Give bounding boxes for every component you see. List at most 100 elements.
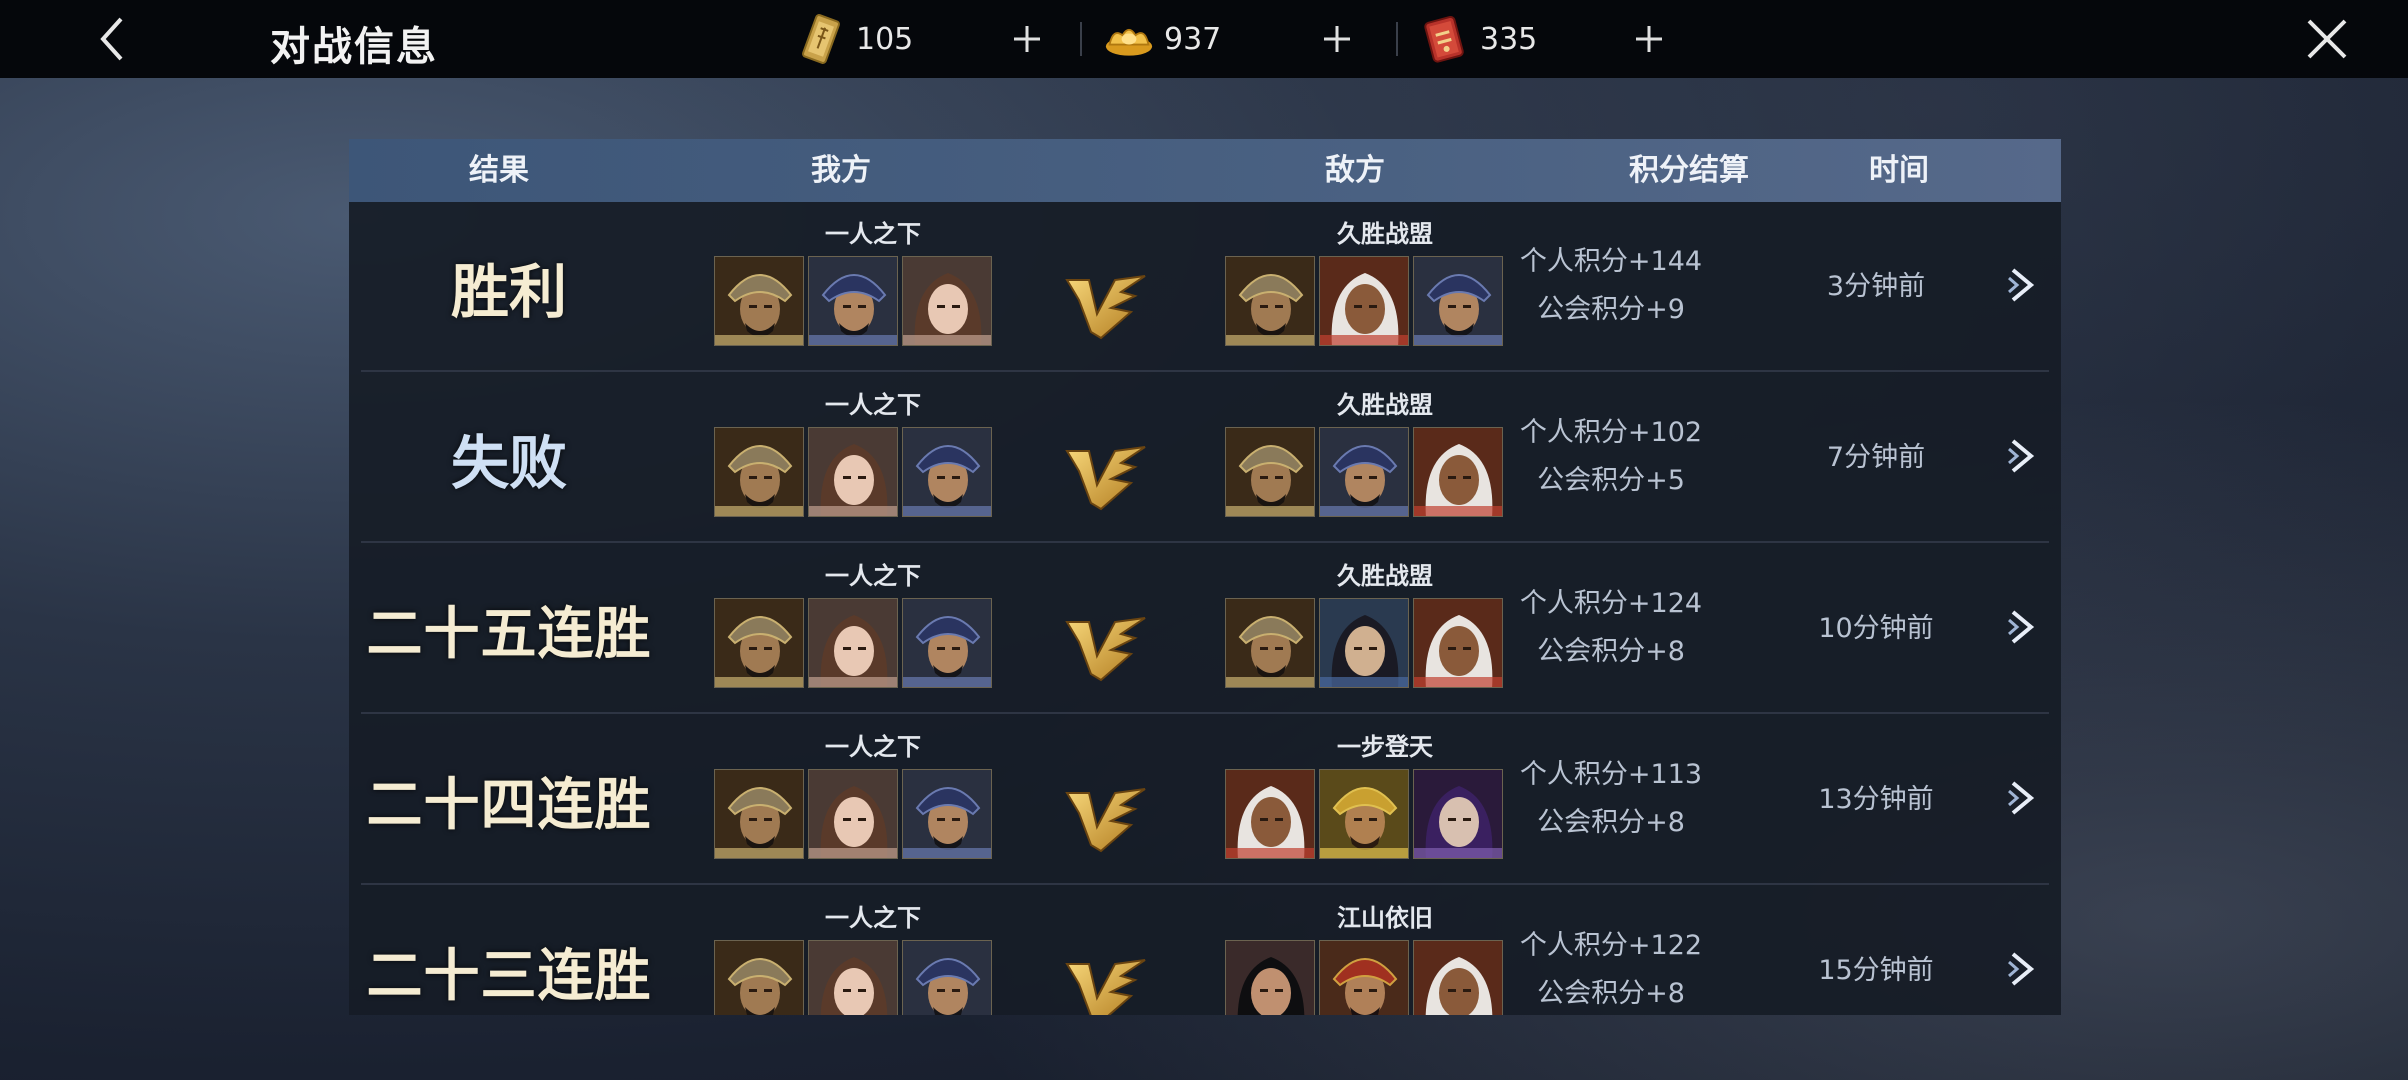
currency-amount: 937 xyxy=(1164,21,1222,57)
hero-portrait-masked-warrior[interactable] xyxy=(714,427,804,517)
battle-result: 二十五连胜 xyxy=(366,600,652,667)
our-team-heroes xyxy=(714,598,992,688)
hero-portrait-golden-armor-warrior[interactable] xyxy=(1319,769,1409,859)
vs-icon xyxy=(1061,433,1151,519)
replay-detail-button[interactable] xyxy=(2001,433,2047,479)
hero-portrait-white-hair-woman[interactable] xyxy=(1319,256,1409,346)
hero-portrait-masked-warrior[interactable] xyxy=(714,940,804,1015)
plus-icon xyxy=(1014,26,1040,52)
battle-time: 15分钟前 xyxy=(1818,955,1934,986)
table-header: 结果 我方 敌方 积分结算 时间 xyxy=(349,139,2061,202)
vs-icon xyxy=(1061,775,1151,861)
hero-portrait-lady-brown-hair[interactable] xyxy=(808,427,898,517)
hero-portrait-lady-brown-hair[interactable] xyxy=(808,940,898,1015)
battle-time: 10分钟前 xyxy=(1818,613,1934,644)
hero-portrait-masked-warrior[interactable] xyxy=(1225,256,1315,346)
add-token-button[interactable] xyxy=(1012,12,1042,66)
back-button[interactable] xyxy=(92,10,132,68)
hero-portrait-masked-warrior[interactable] xyxy=(714,769,804,859)
battle-row[interactable]: 二十三连胜 一人之下 江山依旧 个人积分+122 公会积分+8 15分钟前 xyxy=(361,886,2049,1015)
add-gold-button[interactable] xyxy=(1322,12,1352,66)
replay-detail-button[interactable] xyxy=(2001,604,2047,650)
page-title: 对战信息 xyxy=(270,23,438,70)
score-settlement: 个人积分+122 公会积分+8 xyxy=(1451,922,1771,1015)
vs-icon xyxy=(1061,946,1151,1015)
our-team-heroes xyxy=(714,427,992,517)
score-settlement: 个人积分+113 公会积分+8 xyxy=(1451,751,1771,847)
header-time: 时间 xyxy=(1869,153,1929,188)
header-enemy: 敌方 xyxy=(1325,153,1385,188)
header-score: 积分结算 xyxy=(1629,153,1749,188)
vs-icon xyxy=(1061,604,1151,690)
hero-portrait-bearded-general[interactable] xyxy=(902,427,992,517)
currency-amount: 335 xyxy=(1480,21,1538,57)
hero-portrait-white-hair-woman[interactable] xyxy=(1225,769,1315,859)
currency-scroll: 335 xyxy=(1420,12,1537,66)
close-button[interactable] xyxy=(2302,14,2352,64)
personal-score: 个人积分+124 xyxy=(1519,588,1703,619)
guild-score: 公会积分+8 xyxy=(1537,636,1685,667)
plus-icon xyxy=(1636,26,1662,52)
divider xyxy=(1396,22,1398,56)
top-bar: 对战信息 105 937 335 xyxy=(0,0,2408,78)
our-team-heroes xyxy=(714,940,992,1015)
plus-icon xyxy=(1324,26,1350,52)
hero-portrait-masked-warrior[interactable] xyxy=(714,256,804,346)
gold-ingot-icon xyxy=(1104,12,1154,66)
guild-score: 公会积分+8 xyxy=(1537,978,1685,1009)
chevron-left-icon xyxy=(100,17,123,61)
arrow-right-icon xyxy=(2008,781,2035,815)
battle-time: 13分钟前 xyxy=(1818,784,1934,815)
hero-portrait-bearded-general[interactable] xyxy=(1319,427,1409,517)
header-result: 结果 xyxy=(469,153,529,188)
hero-portrait-bearded-general[interactable] xyxy=(902,598,992,688)
red-scroll-icon xyxy=(1420,12,1470,66)
battle-row[interactable]: 二十四连胜 一人之下 一步登天 个人积分+113 公会积分+8 13分钟前 xyxy=(361,715,2049,885)
currency-gold: 937 xyxy=(1104,12,1221,66)
arrow-right-icon xyxy=(2008,439,2035,473)
arrow-right-icon xyxy=(2008,610,2035,644)
our-guild-name: 一人之下 xyxy=(825,903,921,932)
hero-portrait-bearded-general[interactable] xyxy=(902,769,992,859)
our-guild-name: 一人之下 xyxy=(825,732,921,761)
battle-row[interactable]: 二十五连胜 一人之下 久胜战盟 个人积分+124 公会积分+8 10分钟前 xyxy=(361,544,2049,714)
battle-row[interactable]: 胜利 一人之下 久胜战盟 个人积分+144 公会积分+9 3分钟前 xyxy=(361,202,2049,372)
hero-portrait-bearded-general[interactable] xyxy=(808,256,898,346)
hero-portrait-black-hair-warrior[interactable] xyxy=(1225,940,1315,1015)
hero-portrait-bearded-general[interactable] xyxy=(902,940,992,1015)
hero-portrait-lady-brown-hair[interactable] xyxy=(902,256,992,346)
add-scroll-button[interactable] xyxy=(1634,12,1664,66)
our-guild-name: 一人之下 xyxy=(825,390,921,419)
personal-score: 个人积分+144 xyxy=(1519,246,1703,277)
battle-result: 二十三连胜 xyxy=(366,942,652,1009)
battle-time: 3分钟前 xyxy=(1826,271,1926,302)
hero-portrait-red-helmet-warrior[interactable] xyxy=(1319,940,1409,1015)
arrow-right-icon xyxy=(2008,952,2035,986)
our-guild-name: 一人之下 xyxy=(825,219,921,248)
guild-score: 公会积分+5 xyxy=(1537,465,1685,496)
battle-row[interactable]: 失败 一人之下 久胜战盟 个人积分+102 公会积分+5 7分钟前 xyxy=(361,373,2049,543)
vs-icon xyxy=(1061,262,1151,348)
token-card-icon xyxy=(796,12,846,66)
hero-portrait-masked-warrior[interactable] xyxy=(714,598,804,688)
our-team-heroes xyxy=(714,769,992,859)
hero-portrait-lady-brown-hair[interactable] xyxy=(808,769,898,859)
currency-token: 105 xyxy=(796,12,913,66)
battle-result: 胜利 xyxy=(450,258,567,326)
hero-portrait-masked-warrior[interactable] xyxy=(1225,427,1315,517)
battle-time: 7分钟前 xyxy=(1826,442,1926,473)
replay-detail-button[interactable] xyxy=(2001,946,2047,992)
arrow-right-icon xyxy=(2008,268,2035,302)
battle-record-panel[interactable]: 结果 我方 敌方 积分结算 时间 胜利 一人之下 久胜战盟 个人积分+144 公… xyxy=(349,139,2061,1015)
personal-score: 个人积分+122 xyxy=(1519,930,1703,961)
hero-portrait-masked-warrior[interactable] xyxy=(1225,598,1315,688)
replay-detail-button[interactable] xyxy=(2001,775,2047,821)
replay-detail-button[interactable] xyxy=(2001,262,2047,308)
guild-score: 公会积分+9 xyxy=(1537,294,1685,325)
our-guild-name: 一人之下 xyxy=(825,561,921,590)
battle-result: 二十四连胜 xyxy=(366,771,652,838)
hero-portrait-lady-brown-hair[interactable] xyxy=(808,598,898,688)
battle-result: 失败 xyxy=(450,429,567,497)
hero-portrait-blue-young-warrior[interactable] xyxy=(1319,598,1409,688)
currency-amount: 105 xyxy=(856,21,914,57)
